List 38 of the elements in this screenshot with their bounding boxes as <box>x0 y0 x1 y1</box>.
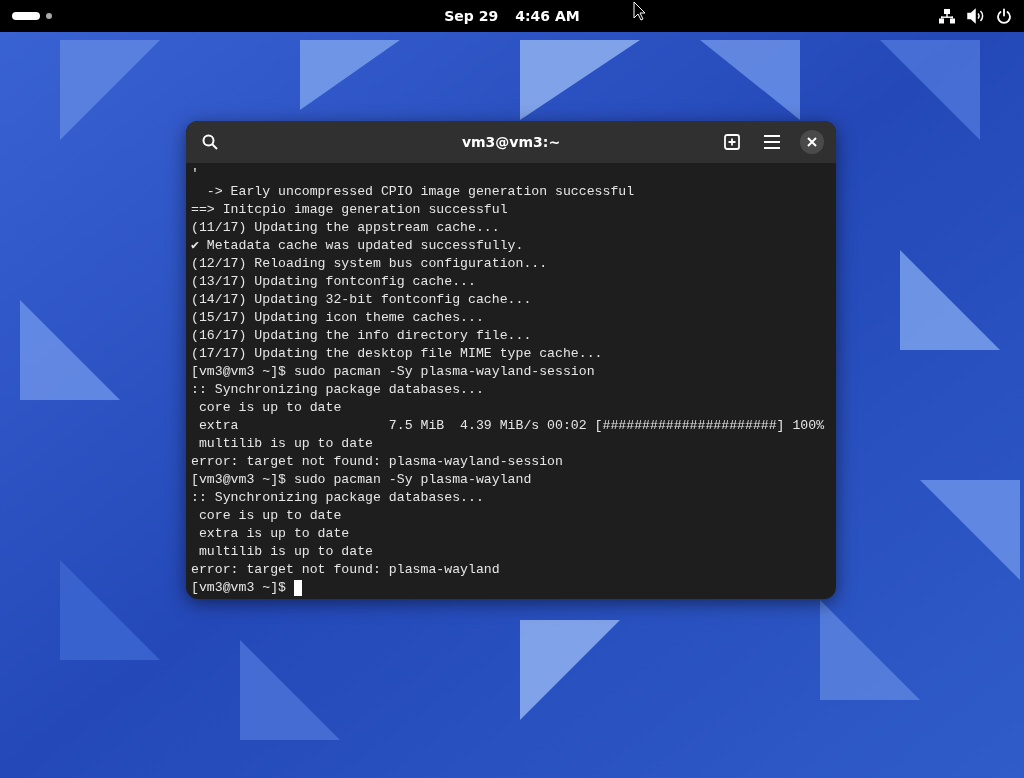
terminal-line: extra 7.5 MiB 4.39 MiB/s 00:02 [######################] 100% <box>197 417 825 435</box>
menu-icon <box>764 135 780 149</box>
terminal-line: (11/17) Updating the appstream cache... <box>191 219 500 237</box>
terminal-line: error: target not found: plasma-wayland-session <box>191 453 563 471</box>
terminal-line: (15/17) Updating icon theme caches... <box>191 309 484 327</box>
time[interactable]: 4:46 AM <box>515 8 580 24</box>
text-cursor <box>293 580 302 596</box>
workspace-dot[interactable] <box>46 13 52 19</box>
terminal-line: (16/17) Updating the info directory file... <box>191 327 532 345</box>
terminal-line: -> Early uncompressed CPIO image generation successful <box>205 183 635 201</box>
terminal-line: (17/17) Updating the desktop file MIME type cache... <box>191 345 603 363</box>
terminal-line: [vm3@vm3 ~]$ sudo pacman -Sy plasma-wayland-session <box>191 363 595 381</box>
window-title: vm3@vm3:~ <box>461 134 561 150</box>
terminal-prompt: [vm3@vm3 ~]$ <box>191 579 286 597</box>
terminal-line: multilib is up to date <box>197 543 374 561</box>
terminal-line: ✔ Metadata cache was updated successfully. <box>191 237 524 255</box>
power-icon[interactable] <box>996 8 1012 24</box>
network-icon[interactable] <box>939 8 955 24</box>
terminal-line: core is up to date <box>197 507 342 525</box>
volume-icon[interactable] <box>967 8 984 24</box>
date[interactable]: Sep 29 <box>444 8 499 24</box>
terminal-line: (14/17) Updating 32-bit fontconfig cache... <box>191 291 532 309</box>
terminal-line: (13/17) Updating fontconfig cache... <box>191 273 476 291</box>
search-icon <box>202 134 218 150</box>
plus-square-icon <box>724 134 740 150</box>
terminal-line: core is up to date <box>197 399 342 417</box>
terminal-line: multilib is up to date <box>197 435 374 453</box>
terminal-line: ' <box>191 165 199 183</box>
terminal-line: ==> Initcpio image generation successful <box>191 201 508 219</box>
activities-indicator[interactable] <box>12 12 40 20</box>
close-icon <box>807 137 817 147</box>
terminal-line: :: Synchronizing package databases... <box>191 381 484 399</box>
close-button[interactable] <box>800 130 824 154</box>
terminal-line: error: target not found: plasma-wayland <box>191 561 500 579</box>
terminal-line: [vm3@vm3 ~]$ sudo pacman -Sy plasma-wayland <box>191 471 532 489</box>
terminal-line: :: Synchronizing package databases... <box>191 489 484 507</box>
terminal-line: (12/17) Reloading system bus configuration... <box>191 255 548 273</box>
terminal-line: extra is up to date <box>197 525 350 543</box>
